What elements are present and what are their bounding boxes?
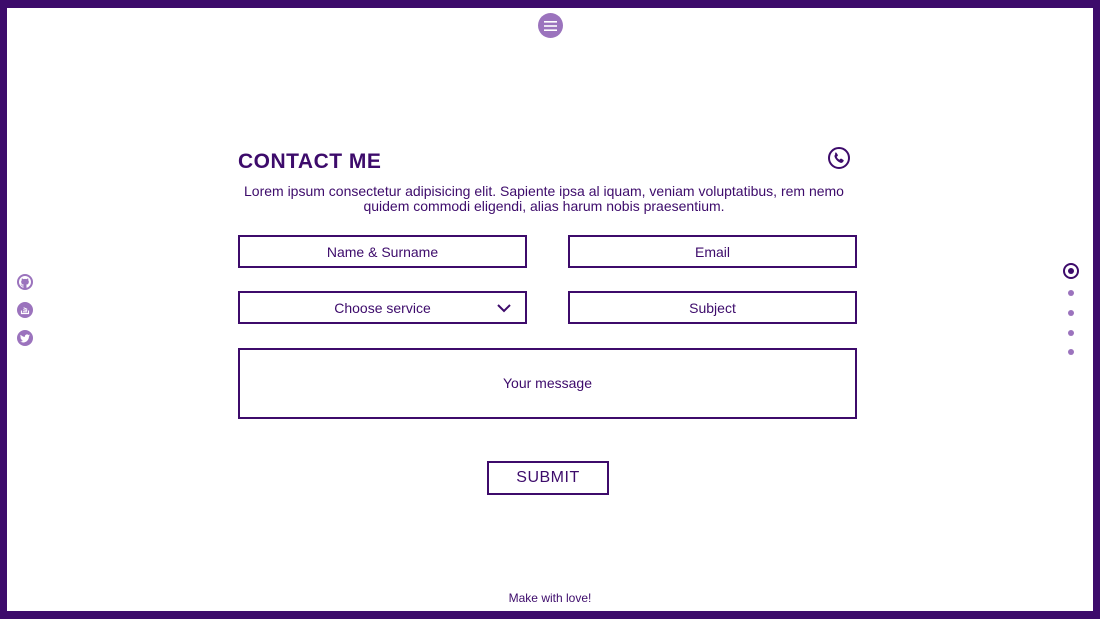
stack-overflow-icon bbox=[20, 307, 30, 315]
social-links bbox=[17, 274, 33, 346]
page-frame bbox=[0, 0, 1100, 619]
twitter-icon bbox=[20, 333, 30, 342]
name-field[interactable] bbox=[240, 237, 525, 266]
service-select[interactable]: Choose service bbox=[238, 291, 527, 324]
twitter-link[interactable] bbox=[17, 330, 33, 346]
message-field[interactable] bbox=[240, 350, 855, 417]
page-dot[interactable] bbox=[1068, 349, 1074, 355]
github-icon bbox=[19, 276, 31, 288]
submit-button[interactable]: SUBMIT bbox=[487, 461, 609, 495]
name-field-box bbox=[238, 235, 527, 268]
menu-button[interactable] bbox=[538, 13, 563, 38]
page-dot-active[interactable] bbox=[1063, 263, 1079, 279]
github-link[interactable] bbox=[17, 274, 33, 290]
message-field-box bbox=[238, 348, 857, 419]
page-dot[interactable] bbox=[1068, 310, 1074, 316]
footer-text: Make with love! bbox=[508, 591, 592, 605]
intro-text: Lorem ipsum consectetur adipisicing elit… bbox=[244, 183, 844, 214]
service-select-value: Choose service bbox=[334, 299, 431, 316]
page-dot[interactable] bbox=[1068, 290, 1074, 296]
phone-icon bbox=[828, 147, 850, 169]
subject-field-box bbox=[568, 291, 857, 324]
stack-overflow-link[interactable] bbox=[17, 302, 33, 318]
chevron-down-icon bbox=[497, 304, 511, 313]
page-dot[interactable] bbox=[1068, 330, 1074, 336]
email-field-box bbox=[568, 235, 857, 268]
hamburger-menu-icon bbox=[544, 20, 557, 31]
subject-field[interactable] bbox=[570, 293, 855, 322]
page-title: CONTACT ME bbox=[238, 150, 382, 173]
email-field[interactable] bbox=[570, 237, 855, 266]
